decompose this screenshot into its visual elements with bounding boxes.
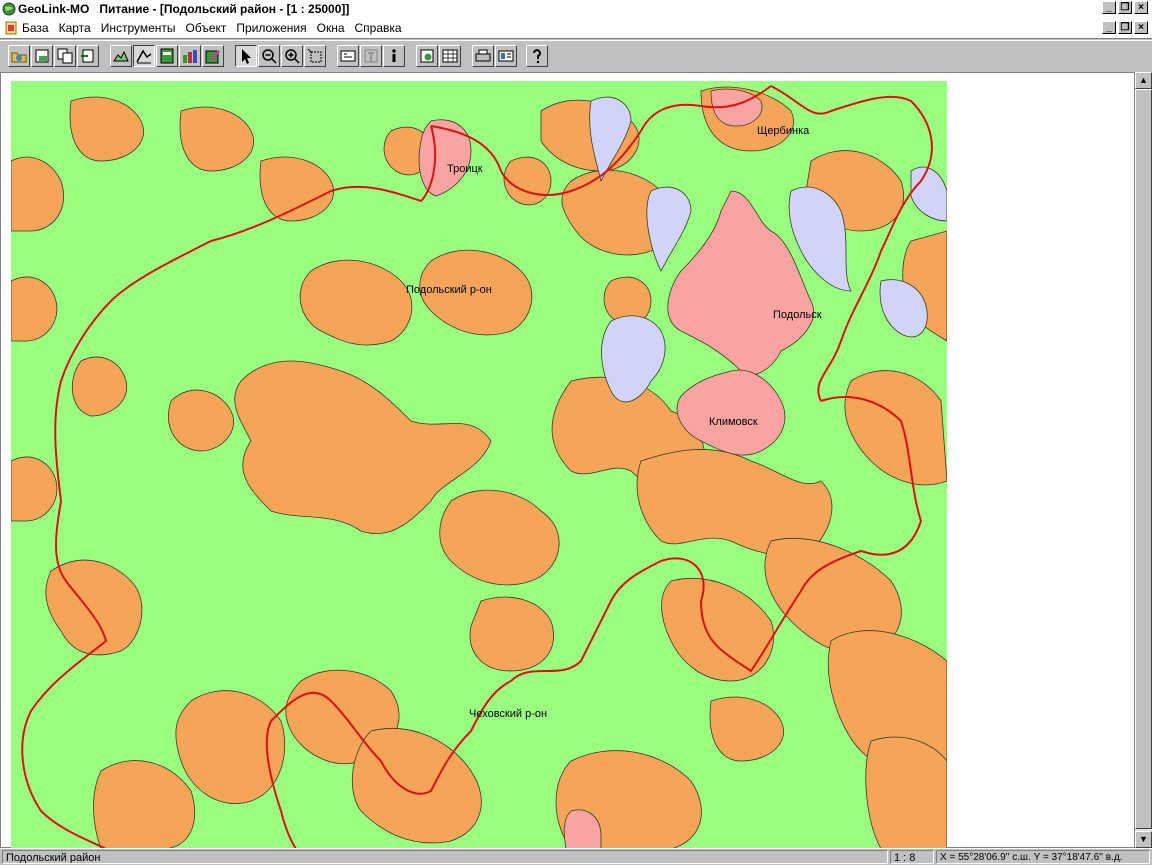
menu-obekt[interactable]: Объект <box>186 21 227 35</box>
app-globe-icon <box>2 2 16 16</box>
title-bar: GeoLink-MO Питание - [Подольский район -… <box>0 0 1152 18</box>
save-icon <box>35 49 49 63</box>
zoom-in-icon <box>285 49 300 64</box>
add-layer-button[interactable] <box>416 45 438 67</box>
pointer-button[interactable] <box>235 45 257 67</box>
label-klimovsk: Климовск <box>709 416 758 428</box>
zoom-out-button[interactable] <box>258 45 280 67</box>
status-bar: Подольский район 1 : 8 X = 55°28'06.9'' … <box>0 848 1152 865</box>
scroll-down-button[interactable]: ▼ <box>1135 831 1152 848</box>
open-button[interactable] <box>8 45 30 67</box>
menu-karta[interactable]: Карта <box>59 21 91 35</box>
save-button[interactable] <box>31 45 53 67</box>
legend-button[interactable] <box>133 45 155 67</box>
info-button[interactable] <box>383 45 405 67</box>
label-shcherbinka: Щербинка <box>757 125 810 137</box>
window-controls: _ ❐ × <box>1102 1 1148 14</box>
layers-button[interactable] <box>110 45 132 67</box>
info-box-button[interactable] <box>337 45 359 67</box>
legend-icon <box>136 49 152 64</box>
copy-icon <box>57 48 73 64</box>
table-icon <box>160 48 174 64</box>
label-chekhov-district: Чеховский р-он <box>469 708 547 720</box>
status-layer: Подольский район <box>2 850 888 864</box>
grid-button[interactable] <box>439 45 461 67</box>
report-button[interactable] <box>495 45 517 67</box>
pointer-icon <box>242 49 251 64</box>
text-button[interactable] <box>360 45 382 67</box>
print-icon <box>475 49 491 62</box>
copy-button[interactable] <box>54 45 76 67</box>
status-coords: X = 55°28'06.9'' с.ш. Y = 37°18'47.6'' в… <box>936 850 1150 864</box>
info-box-icon <box>340 50 356 62</box>
zoom-in-button[interactable] <box>281 45 303 67</box>
minimize-button[interactable]: _ <box>1102 1 1116 14</box>
menu-spravka[interactable]: Справка <box>355 21 402 35</box>
help-button[interactable] <box>526 45 548 67</box>
restore-button[interactable]: ❐ <box>1118 1 1132 14</box>
label-podolsk: Подольск <box>773 309 822 321</box>
map-window[interactable]: Троицк Щербинка Подольский р-он Подольск… <box>0 72 1135 849</box>
add-layer-icon <box>420 49 434 63</box>
grid-icon <box>442 49 458 63</box>
export-icon <box>81 49 94 63</box>
status-scale: 1 : 8 <box>890 850 934 864</box>
doc-restore-button[interactable]: ❐ <box>1118 21 1132 34</box>
vertical-scrollbar[interactable]: ▲ ▼ <box>1135 72 1152 848</box>
close-button[interactable]: × <box>1134 1 1148 14</box>
label-troitsk: Троицк <box>447 163 483 175</box>
open-icon <box>11 52 27 63</box>
report-icon <box>498 50 514 62</box>
menu-baza[interactable]: База <box>22 21 49 35</box>
layers-icon <box>113 50 129 62</box>
chart-icon <box>183 50 197 63</box>
menu-prilozheniya[interactable]: Приложения <box>236 21 306 35</box>
menu-okna[interactable]: Окна <box>317 21 345 35</box>
toolbar <box>0 40 1152 73</box>
zoom-box-icon <box>307 48 322 63</box>
chart-button[interactable] <box>179 45 201 67</box>
zoom-out-icon <box>262 49 277 64</box>
edit-button[interactable] <box>202 45 224 67</box>
scroll-up-button[interactable]: ▲ <box>1135 72 1152 89</box>
edit-icon <box>205 50 220 64</box>
table-button[interactable] <box>156 45 178 67</box>
menu-bar: База Карта Инструменты Объект Приложения… <box>0 18 1152 39</box>
doc-minimize-button[interactable]: _ <box>1102 21 1116 34</box>
document-icon[interactable] <box>4 21 18 35</box>
zoom-box-button[interactable] <box>304 45 326 67</box>
print-button[interactable] <box>472 45 494 67</box>
map-canvas[interactable]: Троицк Щербинка Подольский р-он Подольск… <box>11 81 947 849</box>
help-icon <box>533 49 541 64</box>
window-title: GeoLink-MO Питание - [Подольский район -… <box>18 2 350 16</box>
menu-instrumenty[interactable]: Инструменты <box>101 21 176 35</box>
scroll-thumb[interactable] <box>1135 89 1152 829</box>
doc-close-button[interactable]: × <box>1134 21 1148 34</box>
document-window-controls: _ ❐ × <box>1102 21 1148 34</box>
text-icon <box>364 49 378 63</box>
label-podolsk-district: Подольский р-он <box>406 284 492 296</box>
export-button[interactable] <box>77 45 99 67</box>
info-icon <box>392 49 396 62</box>
